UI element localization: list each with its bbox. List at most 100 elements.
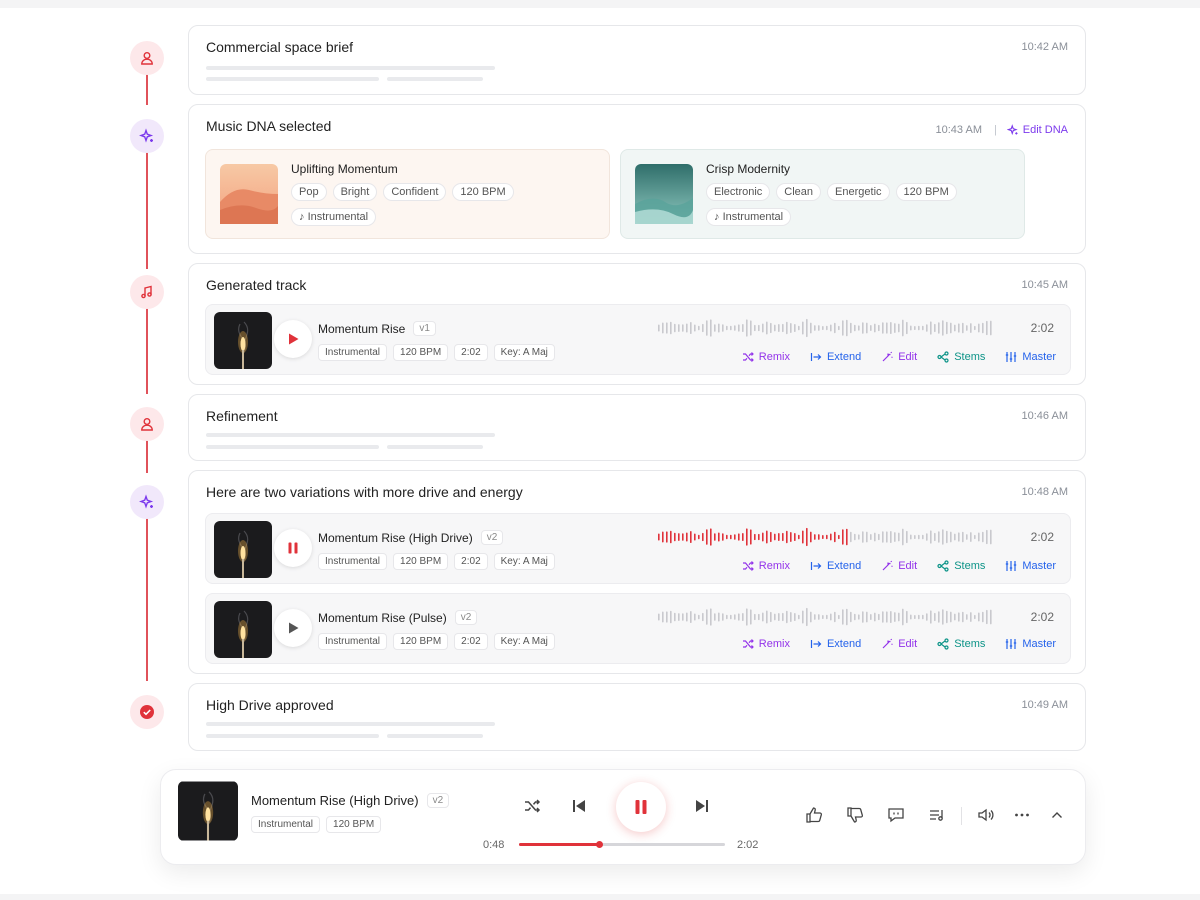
expand-button[interactable] [1048, 806, 1066, 829]
waveform-bar [854, 613, 856, 621]
waveform-bar [914, 325, 916, 331]
waveform-bar [726, 325, 728, 331]
waveform-bar [814, 325, 816, 331]
waveform-bar [690, 322, 692, 334]
waveform-bar [774, 533, 776, 541]
separator: | [994, 124, 997, 136]
thumbs-up-button[interactable] [805, 806, 823, 829]
timeline-connector [146, 436, 148, 473]
edit-dna-button[interactable]: Edit DNA [1006, 124, 1068, 136]
master-label: Master [1022, 560, 1056, 572]
track-duration: 2:02 [1030, 610, 1054, 624]
queue-button[interactable] [928, 806, 946, 829]
sliders-icon [1006, 639, 1017, 649]
waveform-bar [790, 532, 792, 542]
waveform-bar [666, 611, 668, 623]
waveform-bar [990, 609, 992, 625]
waveform-bar [926, 613, 928, 621]
waveform-bar [898, 612, 900, 622]
waveform[interactable] [658, 318, 994, 338]
stems-icon [937, 638, 949, 650]
waveform-bar [826, 325, 828, 331]
waveform-bar [818, 325, 820, 331]
chevron-up-icon [1052, 812, 1062, 818]
waveform-bar [934, 612, 936, 622]
waveform-bar [938, 322, 940, 334]
next-button[interactable] [693, 797, 711, 815]
remix-button[interactable]: Remix [742, 638, 790, 650]
instrumental-label: Instrumental [722, 211, 784, 223]
shuffle-icon [742, 352, 754, 362]
play-pause-button[interactable] [616, 782, 666, 832]
card-title: Here are two variations with more drive … [206, 484, 523, 500]
progress-bar[interactable] [519, 841, 725, 848]
dna-profile-card[interactable]: Uplifting Momentum Pop Bright Confident … [205, 149, 610, 239]
edit-label: Edit [898, 351, 918, 363]
more-options-button[interactable] [1013, 806, 1031, 829]
progress-knob[interactable] [596, 841, 604, 848]
text-placeholder [206, 77, 379, 81]
pause-button[interactable] [274, 529, 312, 567]
waveform-bar [894, 323, 896, 333]
waveform-bar [934, 532, 936, 542]
text-placeholder [206, 433, 495, 437]
thumbs-down-button[interactable] [846, 806, 864, 829]
comment-button[interactable] [887, 806, 905, 829]
waveform-bar [722, 324, 724, 332]
waveform-bar [794, 612, 796, 622]
waveform-bar [762, 532, 764, 542]
volume-button[interactable] [977, 806, 995, 829]
waveform-bar [706, 529, 708, 545]
waveform-bar [822, 534, 824, 540]
card-title: Refinement [206, 408, 278, 424]
skip-back-icon [573, 800, 585, 812]
extend-button[interactable]: Extend [810, 638, 861, 650]
waveform-bar [894, 612, 896, 622]
brief-card[interactable]: Commercial space brief 10:42 AM [188, 25, 1086, 95]
play-button[interactable] [274, 609, 312, 647]
play-button[interactable] [274, 320, 312, 358]
waveform-bar [750, 609, 752, 625]
waveform-bar [770, 611, 772, 623]
waveform-bar [930, 530, 932, 544]
shuffle-button[interactable] [523, 797, 541, 815]
edit-button[interactable]: Edit [881, 638, 917, 650]
waveform-bar [854, 324, 856, 332]
mood-tag: Energetic [827, 183, 890, 201]
remix-button[interactable]: Remix [742, 560, 790, 572]
remix-button[interactable]: Remix [742, 351, 790, 363]
music-note-icon [130, 275, 164, 309]
shuffle-icon [742, 639, 754, 649]
edit-button[interactable]: Edit [881, 560, 917, 572]
previous-button[interactable] [570, 797, 588, 815]
track-tag: Instrumental [318, 553, 388, 570]
waveform-bar [786, 610, 788, 624]
waveform[interactable] [658, 527, 994, 547]
track-row[interactable]: Momentum Rise v1 Instrumental 120 BPM 2:… [205, 304, 1071, 375]
edit-button[interactable]: Edit [881, 351, 917, 363]
track-row[interactable]: Momentum Rise (High Drive) v2 Instrument… [205, 513, 1071, 584]
refinement-card[interactable]: Refinement 10:46 AM [188, 394, 1086, 461]
waveform-bar [842, 529, 844, 545]
waveform-bar [986, 529, 988, 545]
track-title: Momentum Rise (High Drive) [318, 530, 473, 545]
waveform-bar [954, 324, 956, 332]
master-button[interactable]: Master [1005, 351, 1056, 363]
approved-card[interactable]: High Drive approved 10:49 AM [188, 683, 1086, 751]
waveform[interactable] [658, 607, 994, 627]
master-button[interactable]: Master [1005, 638, 1056, 650]
track-row[interactable]: Momentum Rise (Pulse) v2 Instrumental 12… [205, 593, 1071, 664]
extend-button[interactable]: Extend [810, 560, 861, 572]
player-bar: Momentum Rise (High Drive) v2 Instrument… [160, 769, 1086, 865]
waveform-bar [670, 610, 672, 624]
waveform-bar [762, 323, 764, 333]
waveform-bar [702, 532, 704, 542]
extend-button[interactable]: Extend [810, 351, 861, 363]
dna-profile-card[interactable]: Crisp Modernity Electronic Clean Energet… [620, 149, 1025, 239]
divider [961, 807, 962, 825]
stems-button[interactable]: Stems [937, 351, 985, 363]
master-button[interactable]: Master [1005, 560, 1056, 572]
stems-button[interactable]: Stems [937, 560, 985, 572]
stems-button[interactable]: Stems [937, 638, 985, 650]
text-placeholder [387, 734, 483, 738]
